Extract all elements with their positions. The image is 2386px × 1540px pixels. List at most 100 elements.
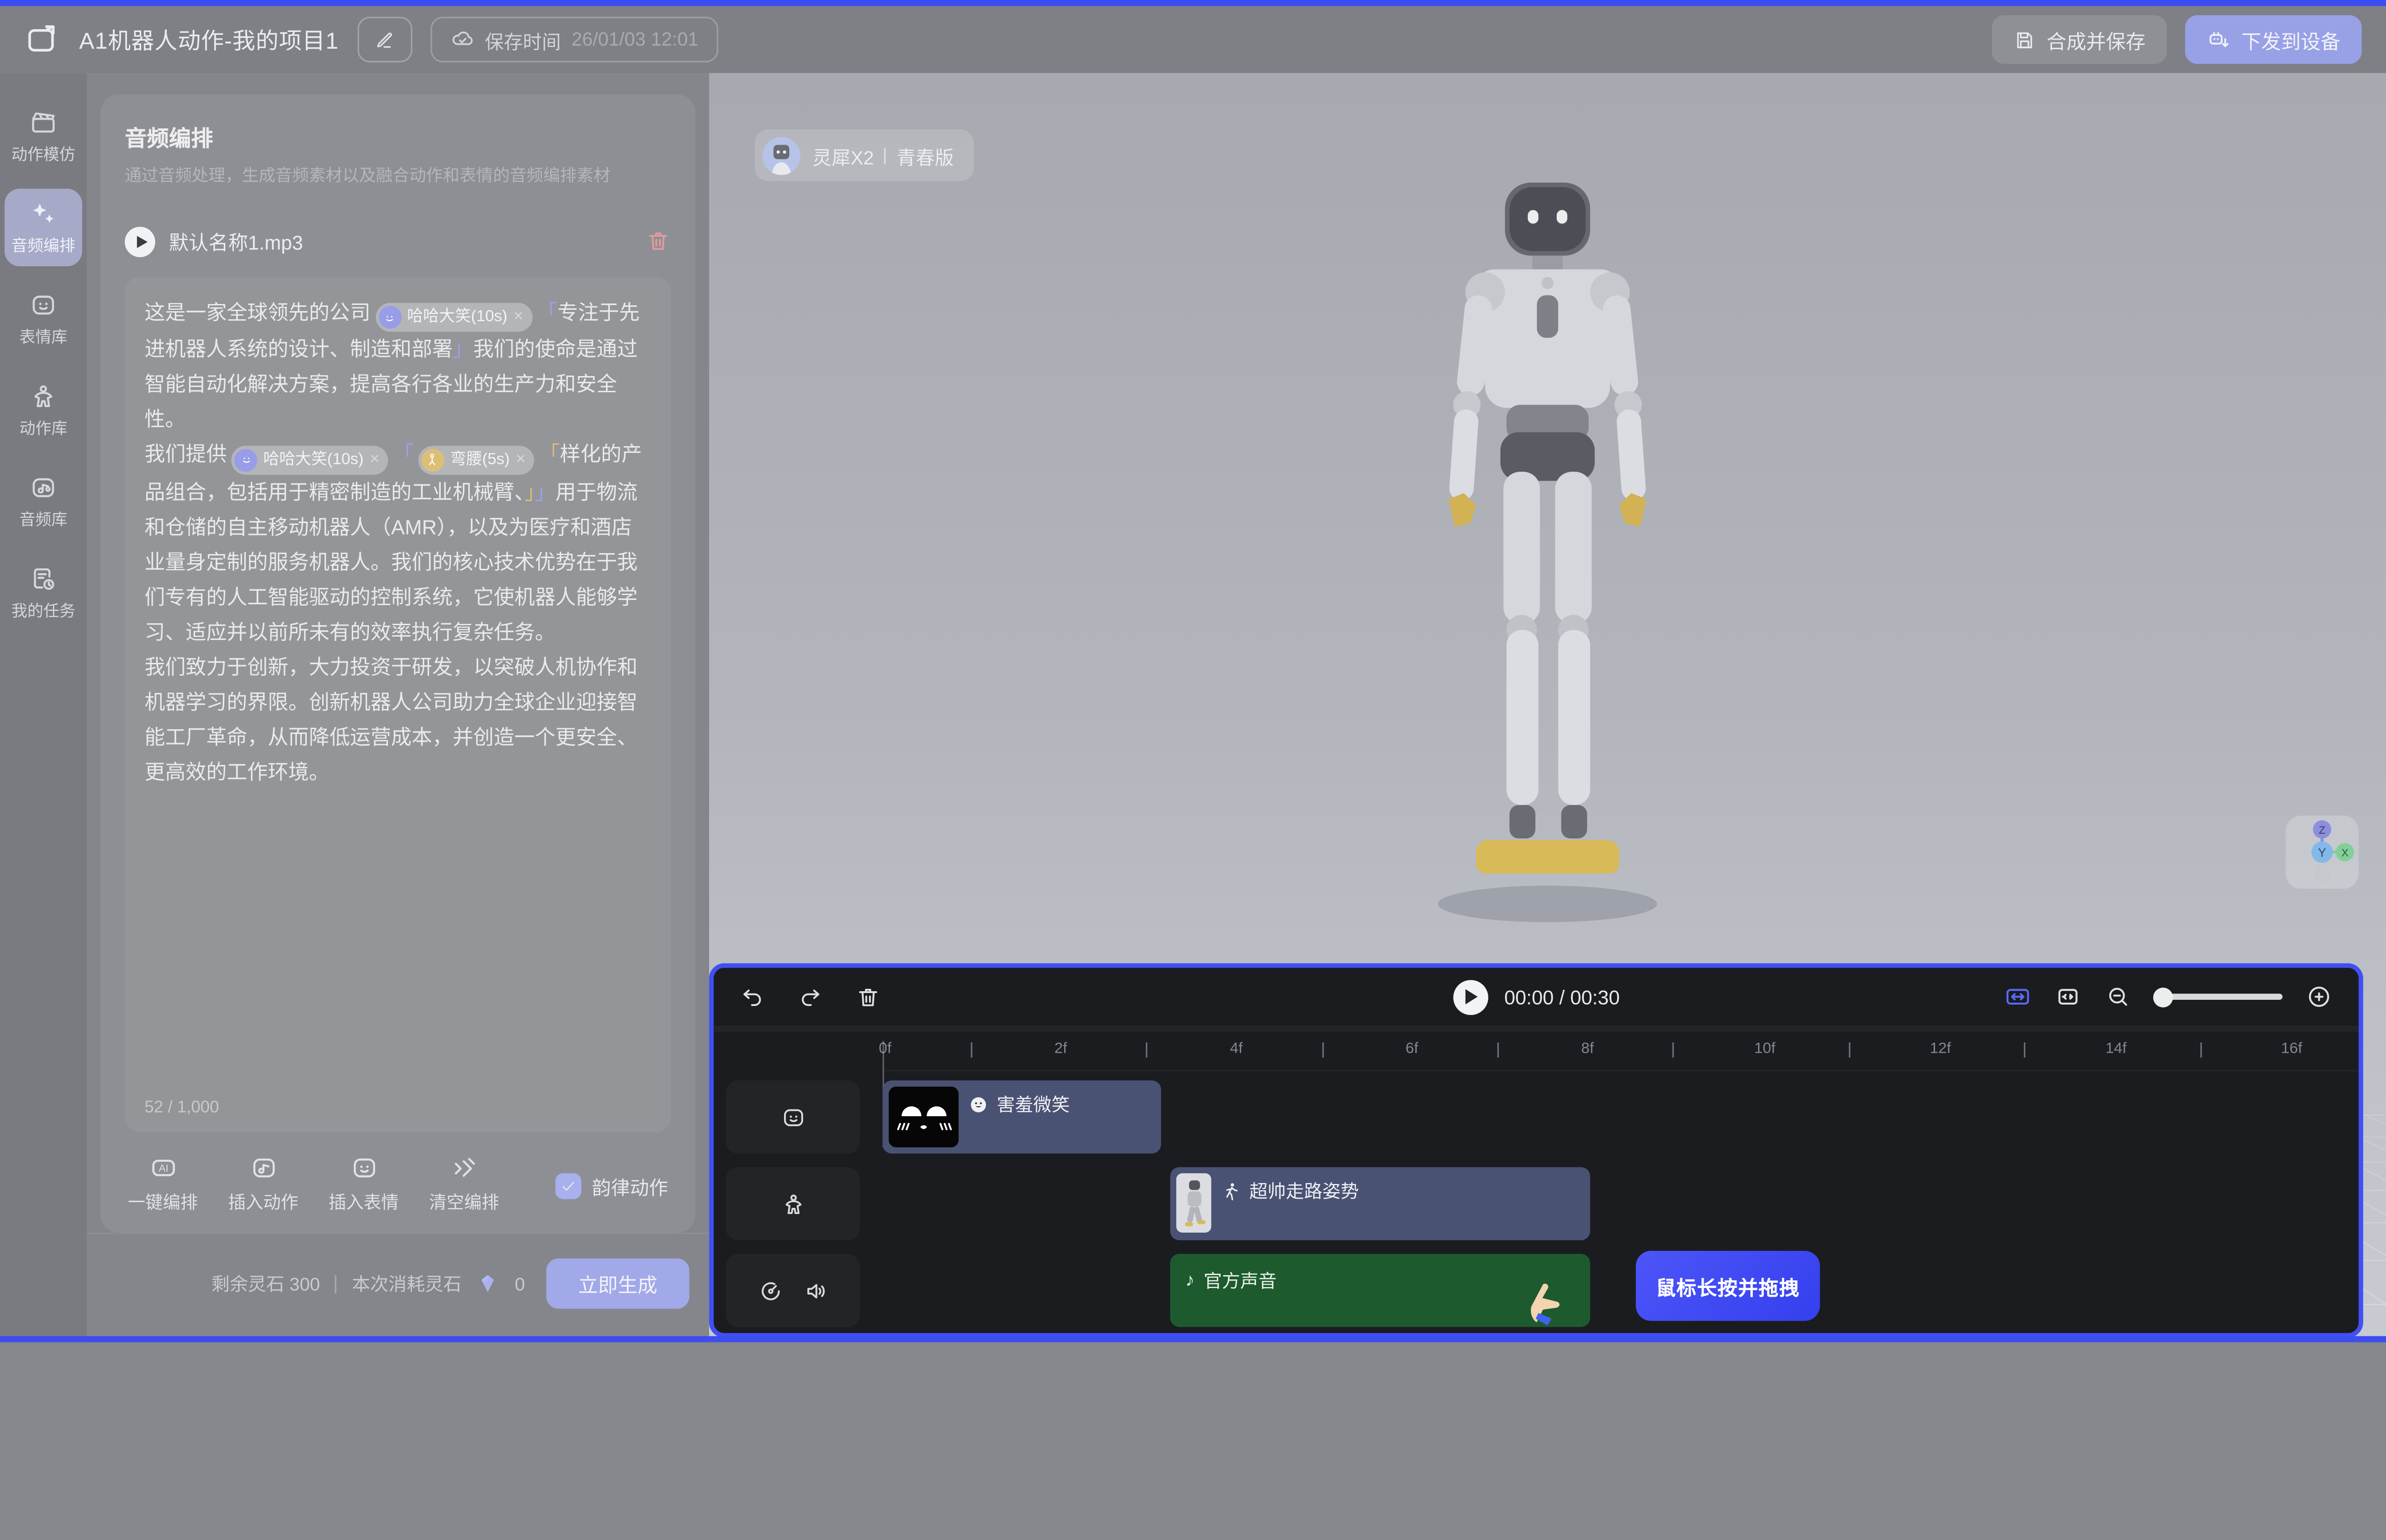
person-icon	[780, 1191, 806, 1216]
floppy-icon	[2013, 28, 2036, 51]
expression-thumbnail	[889, 1087, 959, 1148]
sidebar-item-audio-lib[interactable]: 音频库	[5, 462, 83, 540]
ruler-label: 16f	[2281, 1041, 2302, 1058]
one-key-arrange-button[interactable]: AI 一键编排	[128, 1153, 198, 1215]
fit-clip-icon[interactable]	[2054, 983, 2082, 1010]
sidebar-item-audio-arrange[interactable]: 音频编排	[5, 189, 83, 266]
sidebar-item-motion-lib[interactable]: 动作库	[5, 371, 83, 449]
sidebar-item-motion-mimic[interactable]: 动作模仿	[5, 97, 83, 175]
robot-avatar	[763, 136, 801, 174]
save-time: 26/01/03 12:01	[572, 29, 699, 51]
script-text: 这是一家全球领先的公司哈哈大笑(10s)×「专注于先进机器人系统的设计、制造和部…	[145, 294, 651, 789]
generate-button[interactable]: 立即生成	[546, 1258, 690, 1309]
cloud-save-icon	[450, 27, 474, 52]
char-counter: 52 / 1,000	[145, 1099, 651, 1117]
ruler-minor-tick	[1146, 1042, 1147, 1058]
expression-clip-label: 害羞微笑	[997, 1091, 1070, 1117]
remove-tag-icon[interactable]: ×	[513, 300, 523, 335]
fit-timeline-icon[interactable]	[2004, 983, 2031, 1010]
bow-person-icon	[421, 448, 444, 471]
delete-audio-icon[interactable]	[645, 228, 671, 254]
app-logo-icon[interactable]	[24, 21, 61, 58]
zoom-slider[interactable]	[2155, 994, 2282, 1000]
timeline-toolbar: 00:00 / 00:30	[714, 968, 2359, 1032]
play-audio-button[interactable]	[125, 226, 155, 257]
left-sidebar: 动作模仿 音频编排 表情库 动作库 音频库 我的任务	[0, 73, 87, 1342]
rhythm-motion-toggle[interactable]: 韵律动作	[555, 1172, 668, 1201]
face-card-icon	[29, 291, 58, 320]
axis-gizmo[interactable]: Z X Y	[2286, 816, 2359, 889]
ruler-label: 0f	[879, 1041, 892, 1058]
expression-tag-1[interactable]: 哈哈大笑(10s)×	[375, 303, 533, 332]
motion-tag-bow[interactable]: 弯腰(5s)×	[419, 445, 535, 474]
model-chip: 灵犀X2 青春版	[755, 129, 974, 181]
clear-arrange-button[interactable]: 清空编排	[429, 1153, 499, 1215]
save-status: 保存时间 26/01/03 12:01	[430, 17, 718, 63]
audio-arrange-card: 音频编排 通过音频处理，生成音频素材以及融合动作和表情的音频编排素材 默认名称1…	[100, 94, 695, 1233]
insert-motion-button[interactable]: 插入动作	[228, 1153, 298, 1215]
motion-track-header[interactable]	[726, 1167, 860, 1240]
ai-icon: AI	[148, 1153, 178, 1183]
robot-download-icon	[2207, 27, 2231, 52]
laugh-face-icon	[378, 306, 401, 329]
remove-tag-icon[interactable]: ×	[516, 442, 526, 477]
drag-hand-cursor	[1523, 1281, 1569, 1333]
timeline-lanes: 害羞微笑 超帅走路姿势 ♪ 官方声音	[882, 1071, 2358, 1333]
expression-clip[interactable]: 害羞微笑	[882, 1080, 1161, 1153]
motion-clip-label: 超帅走路姿势	[1249, 1178, 1359, 1204]
play-button[interactable]	[1453, 979, 1487, 1014]
person-icon	[29, 382, 58, 411]
smile-face-icon	[968, 1093, 989, 1115]
music-card-icon	[29, 473, 58, 503]
ruler-label: 12f	[1930, 1041, 1951, 1058]
audio-track-header[interactable]	[726, 1254, 860, 1327]
expression-tag-2[interactable]: 哈哈大笑(10s)×	[231, 445, 389, 474]
ruler-minor-tick	[1497, 1042, 1498, 1058]
face-card-icon	[349, 1153, 378, 1183]
zoom-slider-knob[interactable]	[2153, 987, 2173, 1006]
speaker-icon[interactable]	[803, 1278, 828, 1303]
rename-button[interactable]	[357, 17, 412, 63]
zoom-out-icon[interactable]	[2104, 983, 2132, 1010]
audio-file-row: 默认名称1.mp3	[125, 226, 671, 257]
audio-file-name: 默认名称1.mp3	[169, 227, 631, 256]
speed-dial-icon[interactable]	[757, 1278, 783, 1303]
ruler-minor-tick	[970, 1042, 972, 1058]
remove-tag-icon[interactable]: ×	[370, 442, 380, 477]
editor-toolbar: AI 一键编排 插入动作 插入表情 清空编排 韵律动作	[125, 1151, 671, 1215]
motion-clip[interactable]: 超帅走路姿势	[1170, 1167, 1590, 1240]
checkbox-checked-icon[interactable]	[555, 1173, 581, 1199]
ruler-minor-tick	[1673, 1042, 1674, 1058]
delete-clip-icon[interactable]	[855, 984, 881, 1010]
script-editor[interactable]: 这是一家全球领先的公司哈哈大笑(10s)×「专注于先进机器人系统的设计、制造和部…	[125, 276, 671, 1132]
redo-icon[interactable]	[797, 984, 823, 1010]
panel-subtitle: 通过音频处理，生成音频素材以及融合动作和表情的音频编排素材	[125, 164, 671, 189]
ruler-minor-tick	[1848, 1042, 1850, 1058]
remaining-gems: 剩余灵石 300	[211, 1271, 320, 1297]
timeline-tracks: 害羞微笑 超帅走路姿势 ♪ 官方声音	[714, 1071, 2359, 1333]
panel-footer: 剩余灵石 300 本次消耗灵石 0 立即生成	[87, 1233, 709, 1342]
svg-text:Z: Z	[2319, 824, 2325, 836]
undo-icon[interactable]	[740, 984, 765, 1010]
sidebar-item-expression-lib[interactable]: 表情库	[5, 280, 83, 358]
ruler-label: 10f	[1754, 1041, 1775, 1058]
model-version: 青春版	[897, 141, 954, 170]
insert-expression-button[interactable]: 插入表情	[329, 1153, 399, 1215]
laugh-face-icon	[234, 448, 257, 471]
sparkles-icon	[29, 199, 58, 229]
save-label: 保存时间	[485, 25, 561, 54]
project-title: A1机器人动作-我的项目1	[79, 23, 339, 55]
consume-label: 本次消耗灵石	[352, 1271, 462, 1297]
face-card-icon	[780, 1104, 806, 1130]
audio-clip[interactable]: ♪ 官方声音	[1170, 1254, 1590, 1327]
sidebar-item-my-tasks[interactable]: 我的任务	[5, 554, 83, 632]
model-name: 灵犀X2	[813, 141, 874, 170]
deploy-device-button[interactable]: 下发到设备	[2185, 15, 2362, 64]
timeline-ruler[interactable]: 0f2f4f6f8f10f12f14f16f	[882, 1032, 2358, 1071]
audio-clip-label: 官方声音	[1203, 1267, 1277, 1293]
merge-save-button[interactable]: 合成并保存	[1992, 15, 2167, 64]
ruler-label: 14f	[2105, 1041, 2126, 1058]
ruler-minor-tick	[2199, 1042, 2201, 1058]
zoom-in-icon[interactable]	[2305, 983, 2333, 1010]
expression-track-header[interactable]	[726, 1080, 860, 1153]
